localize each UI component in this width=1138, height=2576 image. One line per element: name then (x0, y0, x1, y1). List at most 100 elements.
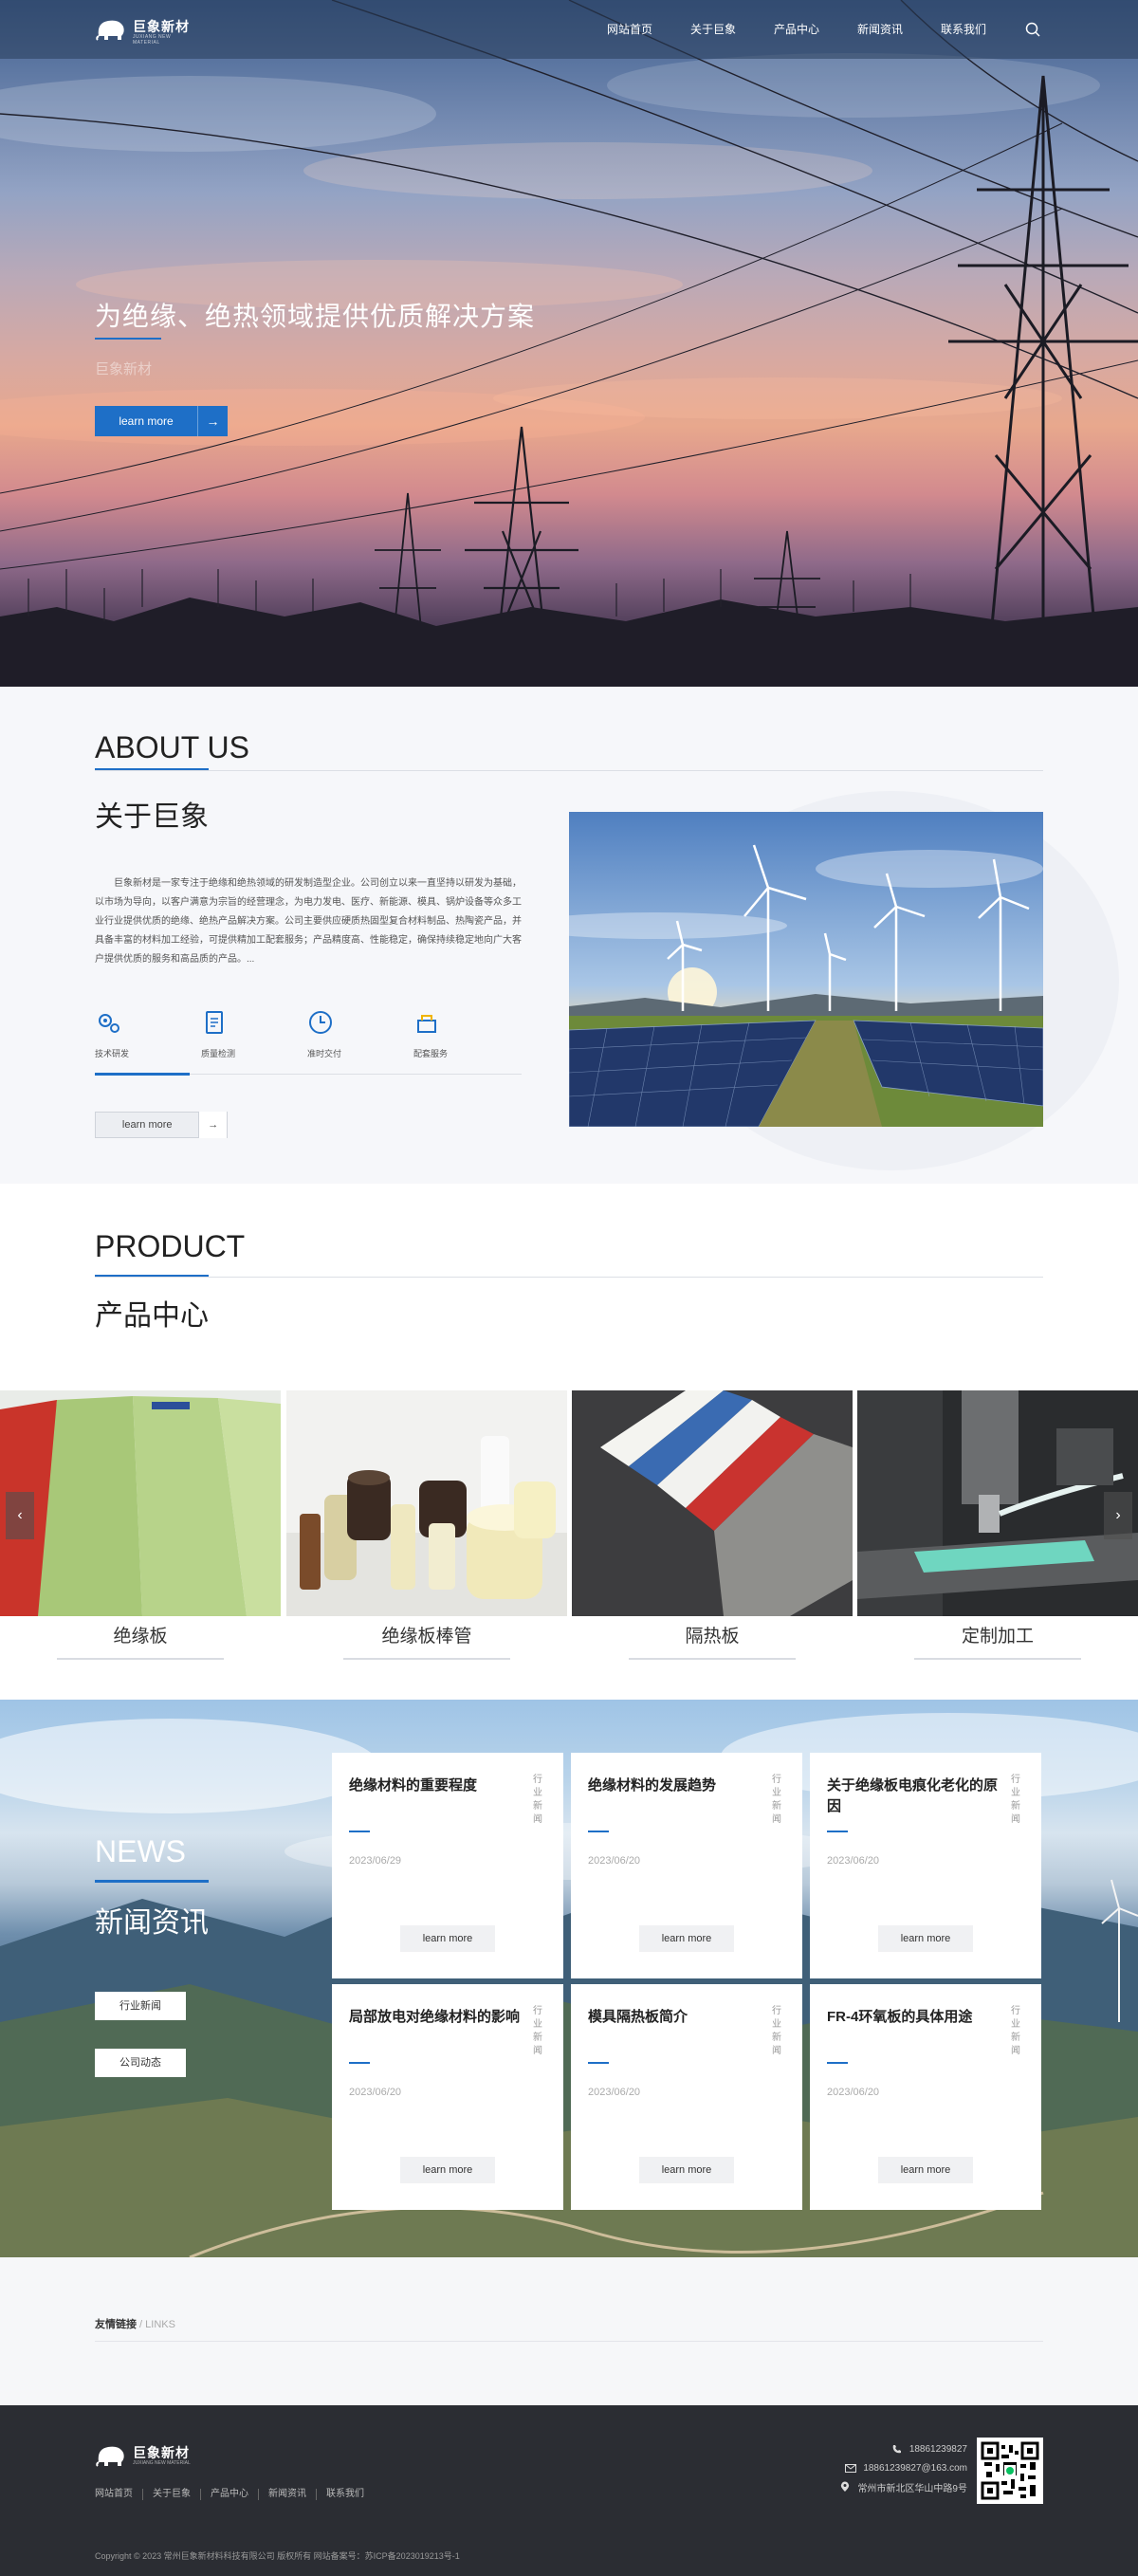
friend-links-rule (95, 2341, 1043, 2342)
product-name: 定制加工 (961, 1627, 1034, 1647)
footer-nav: 网站首页 关于巨象 产品中心 新闻资讯 联系我们 (95, 2489, 374, 2500)
site-footer: 巨象新材 JUXIANG NEW MATERIAL 网站首页 关于巨象 产品中心… (0, 2405, 1138, 2576)
product-image-rods-tubes (286, 1390, 567, 1616)
news-card-category: 行业新闻 (533, 2006, 542, 2056)
feature-label: 技术研发 (95, 1049, 130, 1058)
logo-subtitle: JUXIANG NEW MATERIAL (133, 34, 172, 46)
footer-contact: 18861239827 18861239827@163.com 常州市新北区华山… (835, 2439, 967, 2496)
feature-delivery[interactable]: 准时交付 (307, 1009, 413, 1066)
features-active-indicator (95, 1073, 190, 1076)
news-card[interactable]: 关于绝缘板电痕化老化的原因 行业新闻 2023/06/20 learn more (810, 1753, 1041, 1978)
logo-name: 巨象新材 (133, 19, 190, 34)
phone-icon (890, 2443, 904, 2455)
nav-home[interactable]: 网站首页 (588, 0, 671, 59)
hero-title-underline (95, 338, 161, 340)
news-tab-company[interactable]: 公司动态 (95, 2049, 186, 2077)
footer-address-text: 常州市新北区华山中路9号 (857, 2483, 967, 2494)
carousel-next-button[interactable]: › (1104, 1492, 1132, 1539)
news-card-category: 行业新闻 (533, 1775, 542, 1825)
elephant-logo-icon (96, 20, 124, 41)
nav-news[interactable]: 新闻资讯 (838, 0, 922, 59)
product-card[interactable]: 绝缘板棒管 (286, 1390, 567, 1665)
news-card-title: 模具隔热板简介 (588, 2009, 688, 2025)
location-icon (838, 2481, 852, 2493)
product-title-rule (95, 1277, 1043, 1278)
product-image-insulation-board (0, 1390, 281, 1616)
nav-about[interactable]: 关于巨象 (671, 0, 755, 59)
main-nav: 网站首页 关于巨象 产品中心 新闻资讯 联系我们 (588, 0, 1005, 59)
news-card-date: 2023/06/29 (349, 1855, 402, 1867)
news-card-title: 关于绝缘板电痕化老化的原因 (827, 1777, 999, 1814)
about-description: 巨象新材是一家专注于绝缘和绝热领域的研发制造型企业。公司创立以来一直坚持以研发为… (95, 878, 522, 965)
hero-title: 为绝缘、绝热领域提供优质解决方案 (95, 302, 536, 331)
about-title-rule (95, 770, 1043, 771)
feature-quality[interactable]: 质量检测 (201, 1009, 307, 1066)
product-card[interactable]: 绝缘板 (0, 1390, 281, 1665)
hero-background-image (0, 0, 1138, 687)
news-card[interactable]: 绝缘材料的重要程度 行业新闻 2023/06/29 learn more (332, 1753, 563, 1978)
hero-learn-more-button[interactable]: learn more → (95, 406, 228, 436)
footer-nav-home[interactable]: 网站首页 (95, 2489, 143, 2500)
news-card-learn-more-button[interactable]: learn more (400, 1925, 495, 1952)
footer-logo[interactable]: 巨象新材 JUXIANG NEW MATERIAL (95, 2439, 199, 2470)
product-name-underline (343, 1658, 510, 1660)
news-card[interactable]: 绝缘材料的发展趋势 行业新闻 2023/06/20 learn more (571, 1753, 802, 1978)
arrow-right-icon: → (197, 406, 228, 436)
news-card-learn-more-button[interactable]: learn more (639, 1925, 734, 1952)
news-card-learn-more-button[interactable]: learn more (639, 2157, 734, 2183)
news-card-date: 2023/06/20 (588, 1855, 641, 1867)
news-card-learn-more-button[interactable]: learn more (878, 2157, 973, 2183)
feature-label: 准时交付 (307, 1049, 342, 1058)
feature-service[interactable]: 配套服务 (413, 1009, 520, 1066)
service-icon (417, 1015, 436, 1033)
qr-code (977, 2438, 1043, 2504)
news-card[interactable]: 模具隔热板简介 行业新闻 2023/06/20 learn more (571, 1984, 802, 2210)
news-card-category: 行业新闻 (772, 2006, 781, 2056)
footer-nav-about[interactable]: 关于巨象 (143, 2489, 201, 2500)
about-section: ABOUT US 关于巨象 巨象新材是一家专注于绝缘和绝热领域的研发制造型企业。… (0, 687, 1138, 1184)
feature-rd[interactable]: 技术研发 (95, 1009, 201, 1066)
product-carousel: 绝缘板 绝缘板棒管 隔热板 定制加工 (0, 1390, 1138, 1660)
news-card[interactable]: 局部放电对绝缘材料的影响 行业新闻 2023/06/20 learn more (332, 1984, 563, 2210)
news-card-title: 绝缘材料的重要程度 (349, 1777, 478, 1794)
news-card-category: 行业新闻 (772, 1775, 781, 1825)
about-learn-more-button[interactable]: learn more → (95, 1112, 228, 1138)
news-card-divider (827, 1831, 848, 1832)
product-card[interactable]: 定制加工 (857, 1390, 1138, 1665)
product-image-heat-board (572, 1390, 853, 1616)
elephant-logo-icon (96, 2446, 124, 2467)
mail-icon (844, 2462, 857, 2474)
footer-email-text: 18861239827@163.com (863, 2462, 967, 2474)
gear-icon (99, 1014, 119, 1033)
arrow-right-icon: → (198, 1112, 227, 1138)
footer-nav-products[interactable]: 产品中心 (201, 2489, 259, 2500)
nav-products[interactable]: 产品中心 (755, 0, 838, 59)
footer-nav-news[interactable]: 新闻资讯 (259, 2489, 317, 2500)
hero-button-label: learn more (119, 414, 174, 428)
friend-links-section: 友情链接 / LINKS (0, 2257, 1138, 2405)
product-title-en: PRODUCT (95, 1229, 246, 1263)
product-section: PRODUCT 产品中心 绝缘板 绝缘板棒管 隔热板 定制加工 ‹ › (0, 1184, 1138, 1700)
clock-icon (309, 1011, 332, 1034)
news-tab-industry[interactable]: 行业新闻 (95, 1992, 186, 2020)
news-card-date: 2023/06/20 (827, 2087, 880, 2098)
news-card-date: 2023/06/20 (588, 2087, 641, 2098)
news-card[interactable]: FR-4环氧板的具体用途 行业新闻 2023/06/20 learn more (810, 1984, 1041, 2210)
footer-nav-contact[interactable]: 联系我们 (317, 2489, 374, 2500)
site-logo[interactable]: 巨象新材 JUXIANG NEW MATERIAL (95, 13, 199, 47)
footer-phone-text: 18861239827 (909, 2443, 967, 2455)
carousel-prev-button[interactable]: ‹ (6, 1492, 34, 1539)
product-image-custom-machining (857, 1390, 1138, 1616)
news-card-learn-more-button[interactable]: learn more (878, 1925, 973, 1952)
product-card[interactable]: 隔热板 (572, 1390, 853, 1665)
about-image-wind-solar (569, 812, 1043, 1127)
news-card-learn-more-button[interactable]: learn more (400, 2157, 495, 2183)
search-icon[interactable] (1024, 21, 1041, 38)
footer-logo-subtitle: JUXIANG NEW MATERIAL (133, 2460, 191, 2466)
friend-links-title: 友情链接 / LINKS (95, 2316, 175, 2331)
about-title-en: ABOUT US (95, 730, 249, 764)
nav-contact[interactable]: 联系我们 (922, 0, 1005, 59)
about-title-cn: 关于巨象 (95, 801, 209, 833)
friend-links-sub: / LINKS (137, 2319, 175, 2330)
friend-links-label: 友情链接 (95, 2319, 137, 2330)
